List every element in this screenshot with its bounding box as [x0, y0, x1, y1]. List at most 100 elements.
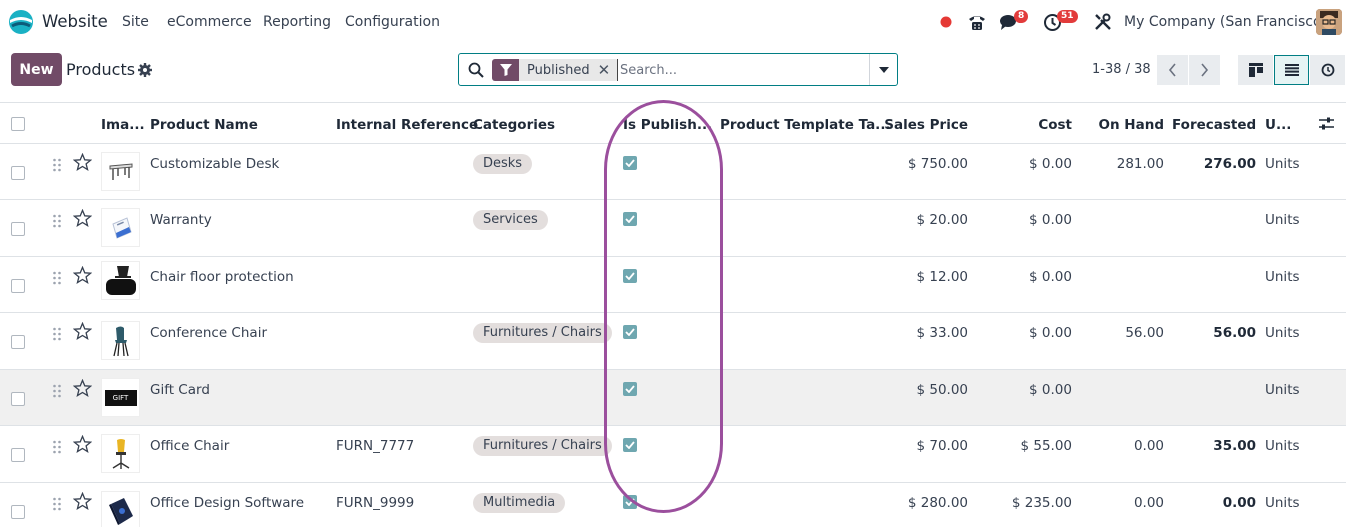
recording-status-icon[interactable] — [940, 16, 952, 28]
list-view-button[interactable] — [1274, 55, 1309, 85]
pager-previous-button[interactable] — [1157, 55, 1188, 85]
category-tag: Multimedia — [473, 493, 566, 513]
menu-site[interactable]: Site — [122, 14, 149, 30]
table-row[interactable]: Chair floor protection $ 12.00 $ 0.00 Un… — [0, 257, 1346, 313]
col-template-tags[interactable]: Product Template Ta... — [720, 117, 891, 133]
col-categories[interactable]: Categories — [473, 117, 555, 133]
pager-next-button[interactable] — [1189, 55, 1220, 85]
drag-handle-icon[interactable] — [52, 384, 62, 398]
favorite-star-icon[interactable] — [73, 379, 92, 398]
favorite-star-icon[interactable] — [73, 322, 92, 341]
on-hand: 281.00 — [1116, 156, 1164, 172]
chevron-right-icon — [1201, 63, 1209, 77]
product-name[interactable]: Chair floor protection — [150, 269, 294, 285]
product-name[interactable]: Office Chair — [150, 438, 229, 454]
uom: Units — [1265, 156, 1300, 172]
product-name[interactable]: Conference Chair — [150, 325, 267, 341]
kanban-view-button[interactable] — [1238, 55, 1273, 85]
row-checkbox[interactable] — [11, 448, 25, 462]
top-navbar: Website Site eCommerce Reporting Configu… — [0, 0, 1346, 44]
gear-icon[interactable] — [138, 63, 152, 77]
optional-columns-icon[interactable] — [1319, 117, 1334, 135]
new-button[interactable]: New — [11, 53, 62, 86]
published-checkbox[interactable] — [623, 495, 637, 509]
select-all-checkbox[interactable] — [11, 117, 25, 131]
col-uom[interactable]: U... — [1265, 117, 1291, 133]
chevron-left-icon — [1168, 63, 1176, 77]
product-name[interactable]: Office Design Software — [150, 495, 304, 511]
sales-price: $ 50.00 — [916, 382, 968, 398]
published-checkbox[interactable] — [623, 438, 637, 452]
app-name[interactable]: Website — [42, 12, 108, 31]
search-input[interactable] — [617, 59, 865, 81]
search-options-toggle[interactable] — [869, 54, 898, 85]
col-is-published[interactable]: Is Publish... — [623, 117, 712, 133]
search-icon — [468, 62, 484, 78]
internal-reference: FURN_9999 — [336, 495, 415, 511]
table-row[interactable]: Warranty Services $ 20.00 $ 0.00 Units — [0, 200, 1346, 257]
tools-icon[interactable] — [1094, 13, 1112, 31]
favorite-star-icon[interactable] — [73, 492, 92, 511]
cost: $ 0.00 — [1029, 156, 1072, 172]
col-sales-price[interactable]: Sales Price — [880, 117, 968, 133]
row-checkbox[interactable] — [11, 222, 25, 236]
drag-handle-icon[interactable] — [52, 440, 62, 454]
drag-handle-icon[interactable] — [52, 497, 62, 511]
col-image[interactable]: Ima... — [101, 117, 145, 133]
published-checkbox[interactable] — [623, 156, 637, 170]
drag-handle-icon[interactable] — [52, 271, 62, 285]
row-checkbox[interactable] — [11, 335, 25, 349]
row-checkbox[interactable] — [11, 166, 25, 180]
col-product-name[interactable]: Product Name — [150, 117, 258, 133]
company-switcher[interactable]: My Company (San Francisco) — [1124, 14, 1327, 30]
table-row[interactable]: Office Design Software FURN_9999 Multime… — [0, 483, 1346, 527]
published-checkbox[interactable] — [623, 382, 637, 396]
published-checkbox[interactable] — [623, 269, 637, 283]
activity-view-button[interactable] — [1310, 55, 1345, 85]
table-row[interactable]: Conference Chair Furnitures / Chairs $ 3… — [0, 313, 1346, 370]
table-row[interactable]: GIFT Gift Card $ 50.00 $ 0.00 Units — [0, 370, 1346, 426]
cost: $ 0.00 — [1029, 212, 1072, 228]
phone-icon[interactable] — [967, 13, 987, 31]
product-name[interactable]: Customizable Desk — [150, 156, 279, 172]
row-checkbox[interactable] — [11, 392, 25, 406]
caret-down-icon — [879, 66, 889, 73]
forecasted: 56.00 — [1213, 325, 1256, 341]
col-on-hand[interactable]: On Hand — [1090, 117, 1164, 133]
favorite-star-icon[interactable] — [73, 435, 92, 454]
menu-configuration[interactable]: Configuration — [345, 14, 440, 30]
row-checkbox[interactable] — [11, 279, 25, 293]
kanban-icon — [1248, 63, 1263, 77]
website-app-icon[interactable] — [8, 9, 34, 35]
favorite-star-icon[interactable] — [73, 266, 92, 285]
favorite-star-icon[interactable] — [73, 153, 92, 172]
table-row[interactable]: Office Chair FURN_7777 Furnitures / Chai… — [0, 426, 1346, 483]
drag-handle-icon[interactable] — [52, 327, 62, 341]
sales-price: $ 280.00 — [907, 495, 968, 511]
category-tag: Services — [473, 210, 548, 230]
published-checkbox[interactable] — [623, 212, 637, 226]
pager-value[interactable]: 1-38 / 38 — [1092, 62, 1151, 77]
sales-price: $ 20.00 — [916, 212, 968, 228]
product-name[interactable]: Gift Card — [150, 382, 210, 398]
menu-reporting[interactable]: Reporting — [263, 14, 331, 30]
chat-badge: 8 — [1014, 10, 1029, 23]
category-tag: Furnitures / Chairs — [473, 436, 612, 456]
published-checkbox[interactable] — [623, 325, 637, 339]
favorite-star-icon[interactable] — [73, 209, 92, 228]
col-internal-reference[interactable]: Internal Reference — [336, 117, 478, 133]
search-bar[interactable]: Published ✕ — [458, 53, 898, 86]
menu-ecommerce[interactable]: eCommerce — [167, 14, 252, 30]
row-checkbox[interactable] — [11, 505, 25, 519]
drag-handle-icon[interactable] — [52, 158, 62, 172]
sales-price: $ 70.00 — [916, 438, 968, 454]
user-avatar[interactable] — [1316, 9, 1342, 35]
drag-handle-icon[interactable] — [52, 214, 62, 228]
col-forecasted[interactable]: Forecasted — [1172, 117, 1256, 133]
product-name[interactable]: Warranty — [150, 212, 212, 228]
table-row[interactable]: Customizable Desk Desks $ 750.00 $ 0.00 … — [0, 144, 1346, 200]
product-image — [101, 491, 140, 527]
col-cost[interactable]: Cost — [1000, 117, 1072, 133]
sales-price: $ 33.00 — [916, 325, 968, 341]
remove-facet-icon[interactable]: ✕ — [598, 61, 619, 79]
